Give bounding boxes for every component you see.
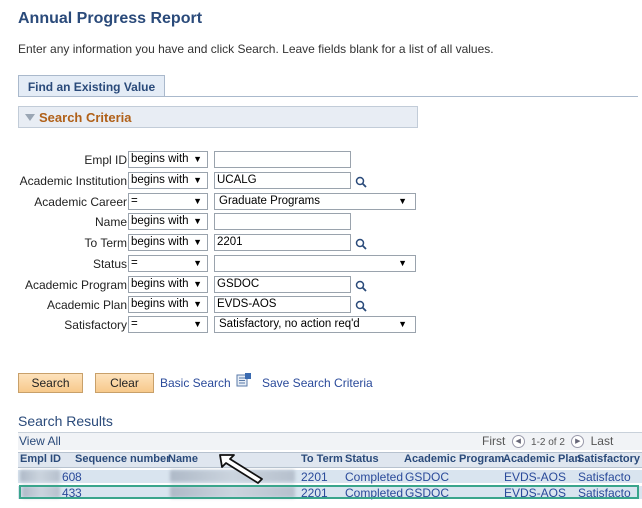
name-label: Name [94, 215, 127, 229]
status-operator-select[interactable]: = ▼ [128, 255, 208, 272]
dropdown-arrow-icon: ▼ [193, 299, 202, 309]
name-input[interactable] [214, 213, 351, 230]
program-cell[interactable]: GSDOC [405, 470, 449, 484]
first-link[interactable]: First [482, 434, 505, 448]
to-term-input[interactable]: 2201 [214, 234, 351, 251]
basic-search-link[interactable]: Basic Search [160, 376, 231, 390]
satisfactory-operator-value: = [131, 318, 138, 330]
academic-plan-input[interactable]: EVDS-AOS [214, 296, 351, 313]
page-title: Annual Progress Report [18, 10, 203, 27]
sequence-cell[interactable]: 8 [75, 470, 82, 484]
empl-id-operator-value: begins with [131, 153, 189, 165]
column-status[interactable]: Status [345, 453, 379, 465]
academic-career-operator-value: = [131, 195, 138, 207]
name-operator-value: begins with [131, 215, 189, 227]
academic-plan-label: Academic Plan [46, 298, 127, 312]
status-label: Status [92, 257, 127, 271]
column-empl-id[interactable]: Empl ID [20, 453, 61, 465]
satisfactory-value: Satisfactory, no action req'd [219, 318, 360, 330]
academic-program-operator-select[interactable]: begins with ▼ [128, 276, 208, 293]
last-link[interactable]: Last [591, 434, 614, 448]
dropdown-arrow-icon: ▼ [398, 319, 407, 329]
save-search-icon[interactable] [236, 372, 252, 388]
to-term-label: To Term [84, 236, 127, 250]
status-select[interactable]: ▼ [214, 255, 416, 272]
search-criteria-header[interactable]: Search Criteria [18, 106, 418, 128]
academic-program-input[interactable]: GSDOC [214, 276, 351, 293]
dropdown-arrow-icon: ▼ [193, 237, 202, 247]
academic-plan-operator-value: begins with [131, 298, 189, 310]
next-icon[interactable]: ▶ [571, 435, 585, 449]
dropdown-arrow-icon: ▼ [193, 279, 202, 289]
empl-id-label: Empl ID [84, 153, 127, 167]
lookup-icon[interactable] [355, 280, 367, 292]
previous-icon[interactable]: ◀ [511, 435, 525, 449]
academic-program-operator-value: begins with [131, 278, 189, 290]
lookup-icon[interactable] [355, 300, 367, 312]
column-to-term[interactable]: To Term [301, 453, 343, 465]
academic-career-select[interactable]: Graduate Programs ▼ [214, 193, 416, 210]
name-operator-select[interactable]: begins with ▼ [128, 213, 208, 230]
dropdown-arrow-icon: ▼ [398, 258, 407, 268]
search-button[interactable]: Search [18, 373, 83, 393]
to-term-operator-select[interactable]: begins with ▼ [128, 234, 208, 251]
status-cell[interactable]: Completed [345, 470, 403, 484]
search-results-title: Search Results [18, 413, 113, 429]
search-criteria-title: Search Criteria [39, 109, 132, 125]
lookup-icon[interactable] [355, 176, 367, 188]
page-range: 1-2 of 2 [531, 437, 565, 448]
academic-program-label: Academic Program [24, 278, 127, 292]
dropdown-arrow-icon: ▼ [398, 196, 407, 206]
academic-career-value: Graduate Programs [219, 195, 320, 207]
lookup-icon[interactable] [355, 238, 367, 250]
row-highlight-box [19, 485, 639, 499]
pager: First ◀ 1-2 of 2 ▶ Last [482, 434, 614, 449]
redacted-empl-id [20, 470, 60, 482]
instructions-text: Enter any information you have and click… [18, 42, 494, 56]
dropdown-arrow-icon: ▼ [193, 319, 202, 329]
empl-id-input[interactable] [214, 151, 351, 168]
academic-plan-operator-select[interactable]: begins with ▼ [128, 296, 208, 313]
academic-institution-input[interactable]: UCALG [214, 172, 351, 189]
dropdown-arrow-icon: ▼ [193, 258, 202, 268]
column-sequence-number[interactable]: Sequence number [75, 453, 170, 465]
tab-find-existing-value[interactable]: Find an Existing Value [18, 75, 165, 97]
to-term-cell[interactable]: 2201 [301, 470, 328, 484]
academic-career-operator-select[interactable]: = ▼ [128, 193, 208, 210]
column-name[interactable]: Name [168, 453, 198, 465]
empl-id-operator-select[interactable]: begins with ▼ [128, 151, 208, 168]
satisfactory-cell[interactable]: Satisfacto [578, 470, 631, 484]
satisfactory-label: Satisfactory [64, 318, 127, 332]
academic-institution-operator-select[interactable]: begins with ▼ [128, 172, 208, 189]
save-search-criteria-link[interactable]: Save Search Criteria [262, 376, 373, 390]
plan-cell[interactable]: EVDS-AOS [504, 470, 566, 484]
dropdown-arrow-icon: ▼ [193, 175, 202, 185]
academic-institution-label: Academic Institution [19, 174, 127, 188]
empl-id-cell[interactable]: 60 [62, 470, 75, 484]
academic-career-label: Academic Career [34, 195, 127, 209]
academic-institution-operator-value: begins with [131, 174, 189, 186]
view-all-link[interactable]: View All [19, 434, 61, 448]
to-term-operator-value: begins with [131, 236, 189, 248]
satisfactory-select[interactable]: Satisfactory, no action req'd ▼ [214, 316, 416, 333]
annotation-arrow-icon [219, 454, 263, 484]
dropdown-arrow-icon: ▼ [193, 196, 202, 206]
column-academic-plan[interactable]: Academic Plan [503, 453, 581, 465]
clear-button[interactable]: Clear [95, 373, 154, 393]
dropdown-arrow-icon: ▼ [193, 216, 202, 226]
tab-divider [18, 96, 638, 97]
status-operator-value: = [131, 257, 138, 269]
dropdown-arrow-icon: ▼ [193, 154, 202, 164]
collapse-triangle-icon[interactable] [25, 113, 35, 121]
column-academic-program[interactable]: Academic Program [404, 453, 504, 465]
column-satisfactory[interactable]: Satisfactory [577, 453, 640, 465]
satisfactory-operator-select[interactable]: = ▼ [128, 316, 208, 333]
